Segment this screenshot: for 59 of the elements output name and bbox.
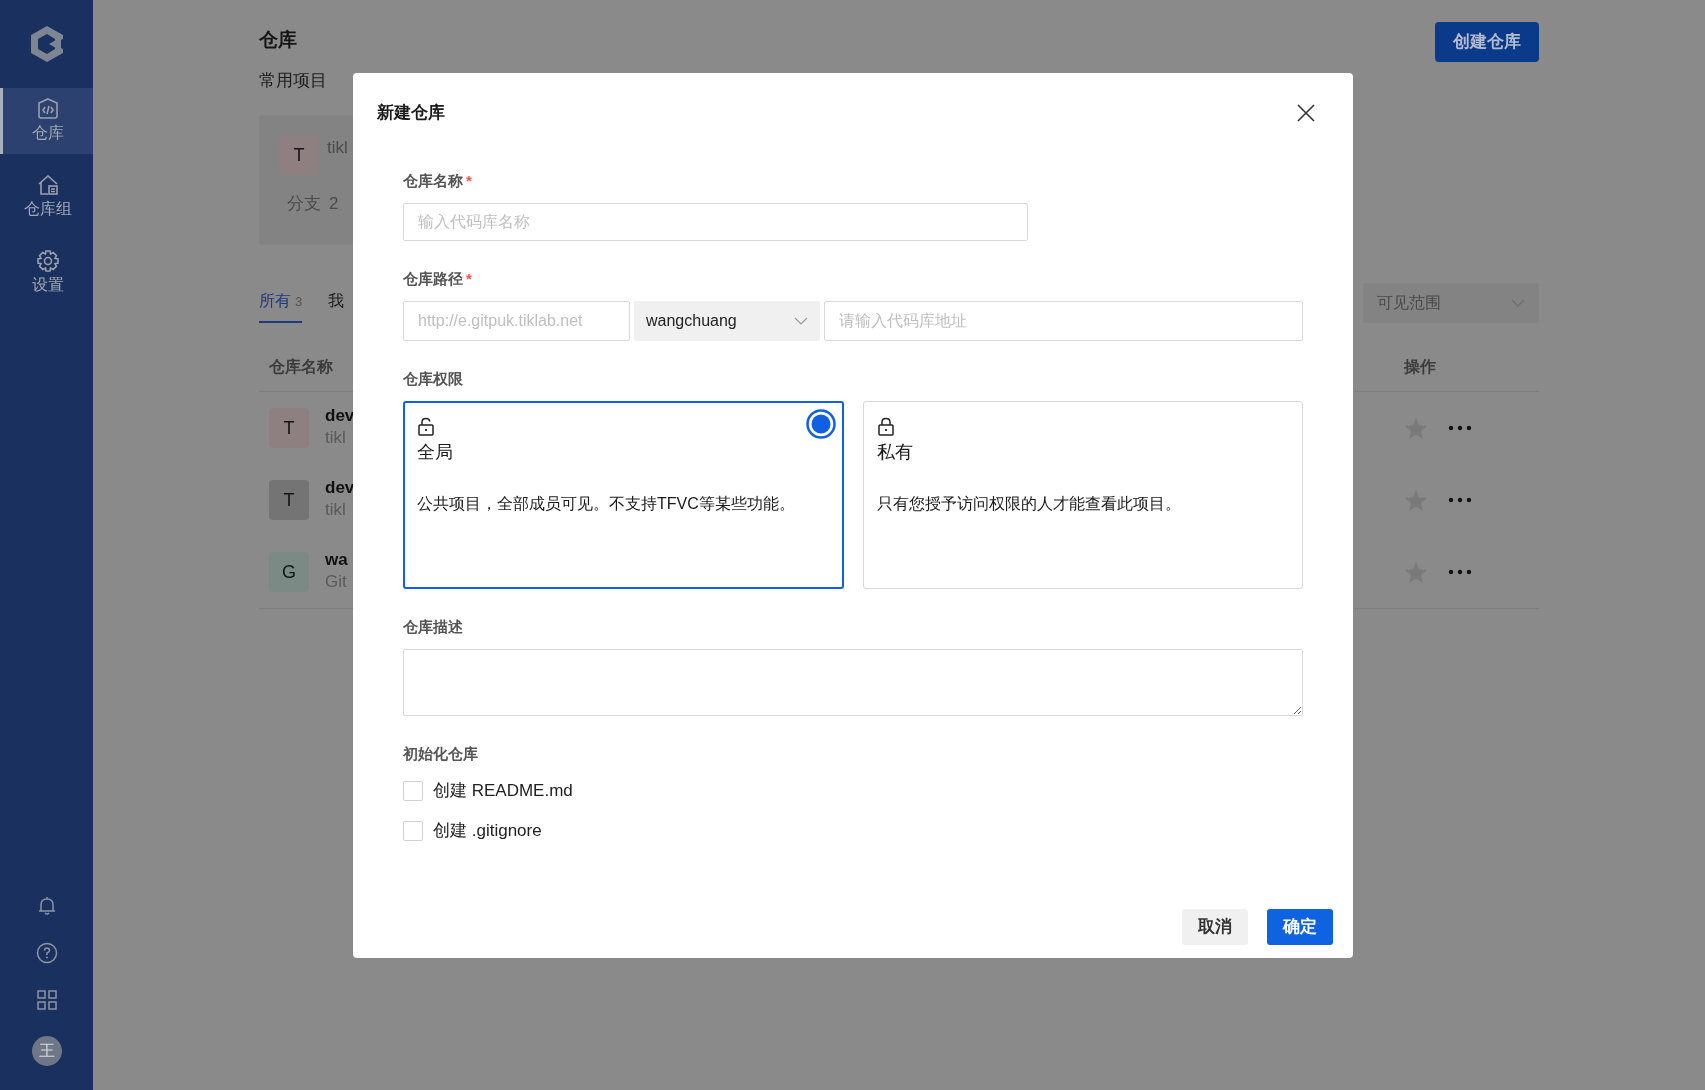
sidebar-item[interactable]: 仓库 bbox=[0, 88, 93, 154]
checkbox[interactable] bbox=[403, 821, 423, 841]
option-title: 私有 bbox=[876, 440, 914, 464]
page-title: 仓库 bbox=[259, 28, 297, 52]
field-label: 初始化仓库 bbox=[403, 745, 478, 762]
code-box-icon bbox=[36, 97, 60, 121]
option-description: 公共项目，全部成员可见。不支持TFVC等某些功能。 bbox=[417, 493, 796, 514]
column-header: 仓库名称 bbox=[269, 357, 333, 377]
chevron-down-icon bbox=[794, 317, 808, 325]
column-header: 操作 bbox=[1404, 357, 1437, 377]
confirm-button[interactable]: 确定 bbox=[1267, 909, 1333, 945]
url-prefix-field[interactable]: http://e.gitpuk.tiklab.net bbox=[403, 301, 630, 341]
sidebar-item[interactable]: 设置 bbox=[0, 240, 93, 306]
branch-count: 2 bbox=[329, 193, 339, 215]
more-icon[interactable] bbox=[1448, 497, 1472, 503]
input-field[interactable]: 请输入代码库地址 bbox=[824, 301, 1303, 341]
settings-icon bbox=[36, 249, 60, 273]
user-avatar[interactable]: 王 bbox=[31, 1036, 62, 1066]
cancel-button[interactable]: 取消 bbox=[1182, 909, 1248, 945]
required-mark: * bbox=[466, 270, 472, 287]
field-label: 仓库权限 bbox=[403, 370, 463, 387]
house-document-icon bbox=[36, 173, 60, 197]
repo-name[interactable]: dev bbox=[325, 405, 355, 427]
close-icon bbox=[1295, 102, 1317, 124]
close-button[interactable] bbox=[1295, 102, 1317, 124]
field-label: 仓库名称 bbox=[403, 172, 463, 189]
project-avatar: T bbox=[279, 135, 319, 175]
sidebar-item[interactable]: 仓库组 bbox=[0, 164, 93, 230]
help-icon[interactable] bbox=[35, 942, 58, 964]
project-name: tikl bbox=[327, 137, 348, 159]
checkbox-label: 创建 .gitignore bbox=[433, 820, 542, 843]
padlock-icon bbox=[876, 416, 895, 436]
dialog-title: 新建仓库 bbox=[377, 102, 445, 125]
create-repo-button[interactable]: 创建仓库 bbox=[1435, 22, 1539, 62]
field-label: 仓库描述 bbox=[403, 618, 463, 635]
repo-avatar: T bbox=[269, 480, 309, 520]
field-label: 仓库路径 bbox=[403, 270, 463, 287]
repo-name[interactable]: wa bbox=[325, 549, 348, 571]
input-field[interactable]: 输入代码库名称 bbox=[403, 203, 1028, 241]
more-icon[interactable] bbox=[1448, 569, 1472, 575]
unlocked-padlock-icon bbox=[417, 416, 435, 436]
repo-avatar: G bbox=[269, 552, 309, 592]
option-description: 只有您授予访问权限的人才能查看此项目。 bbox=[876, 493, 1182, 514]
permission-option[interactable]: 私有 只有您授予访问权限的人才能查看此项目。 bbox=[862, 401, 1303, 589]
branch-label: 分支 bbox=[287, 193, 321, 215]
checkbox-label: 创建 README.md bbox=[433, 780, 573, 803]
radio-selected-icon bbox=[805, 409, 836, 439]
owner-select[interactable]: wangchuang bbox=[634, 301, 820, 341]
option-title: 全局 bbox=[417, 440, 454, 464]
checkbox[interactable] bbox=[403, 781, 423, 801]
more-icon[interactable] bbox=[1448, 425, 1472, 431]
section-heading: 常用项目 bbox=[259, 69, 328, 92]
required-mark: * bbox=[466, 172, 472, 189]
filter-tab[interactable]: 我 bbox=[328, 289, 345, 323]
repo-avatar: T bbox=[269, 408, 309, 448]
description-field[interactable] bbox=[403, 649, 1303, 716]
apps-grid-icon[interactable] bbox=[35, 989, 58, 1011]
permission-option[interactable]: 全局 公共项目，全部成员可见。不支持TFVC等某些功能。 bbox=[403, 401, 844, 589]
repo-name[interactable]: dev bbox=[325, 477, 355, 499]
